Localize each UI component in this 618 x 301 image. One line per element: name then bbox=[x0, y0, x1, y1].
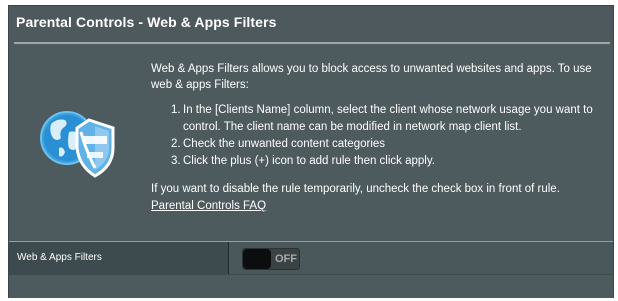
panel-header: Parental Controls - Web & Apps Filters bbox=[9, 6, 613, 42]
toggle-knob[interactable] bbox=[243, 249, 271, 269]
parental-controls-faq-link[interactable]: Parental Controls FAQ bbox=[151, 198, 266, 214]
toggle-state-label: OFF bbox=[275, 253, 297, 265]
step-number: 2. bbox=[171, 138, 181, 150]
header-divider bbox=[14, 42, 610, 44]
intro-text: Web & Apps Filters allows you to block a… bbox=[151, 63, 592, 91]
list-item: 1. In the [Clients Name] column, select … bbox=[171, 102, 607, 136]
list-item: 2. Check the unwanted content categories bbox=[171, 136, 607, 153]
list-item: 3. Click the plus (+) icon to add rule t… bbox=[171, 153, 607, 170]
setting-value-cell: OFF bbox=[230, 242, 613, 274]
page-title: Parental Controls - Web & Apps Filters bbox=[16, 14, 277, 30]
note-text: If you want to disable the rule temporar… bbox=[151, 183, 560, 195]
bottom-area bbox=[9, 275, 613, 298]
step-number: 1. bbox=[171, 104, 181, 116]
description-block: Web & Apps Filters allows you to block a… bbox=[151, 61, 607, 214]
steps-list: 1. In the [Clients Name] column, select … bbox=[171, 102, 607, 170]
step-text: In the [Clients Name] column, select the… bbox=[183, 104, 593, 133]
step-text: Check the unwanted content categories bbox=[183, 138, 386, 150]
web-apps-filter-icon bbox=[37, 102, 119, 182]
setting-label-cell: Web & Apps Filters bbox=[9, 242, 229, 274]
setting-label: Web & Apps Filters bbox=[17, 252, 102, 263]
step-text: Click the plus (+) icon to add rule then… bbox=[183, 155, 435, 167]
parental-controls-panel: Parental Controls - Web & Apps Filters W… bbox=[8, 5, 614, 298]
globe-shield-icon bbox=[40, 111, 115, 178]
web-apps-filters-setting-row: Web & Apps Filters OFF bbox=[9, 241, 613, 275]
step-number: 3. bbox=[171, 155, 181, 167]
web-apps-filters-toggle[interactable]: OFF bbox=[242, 248, 300, 270]
